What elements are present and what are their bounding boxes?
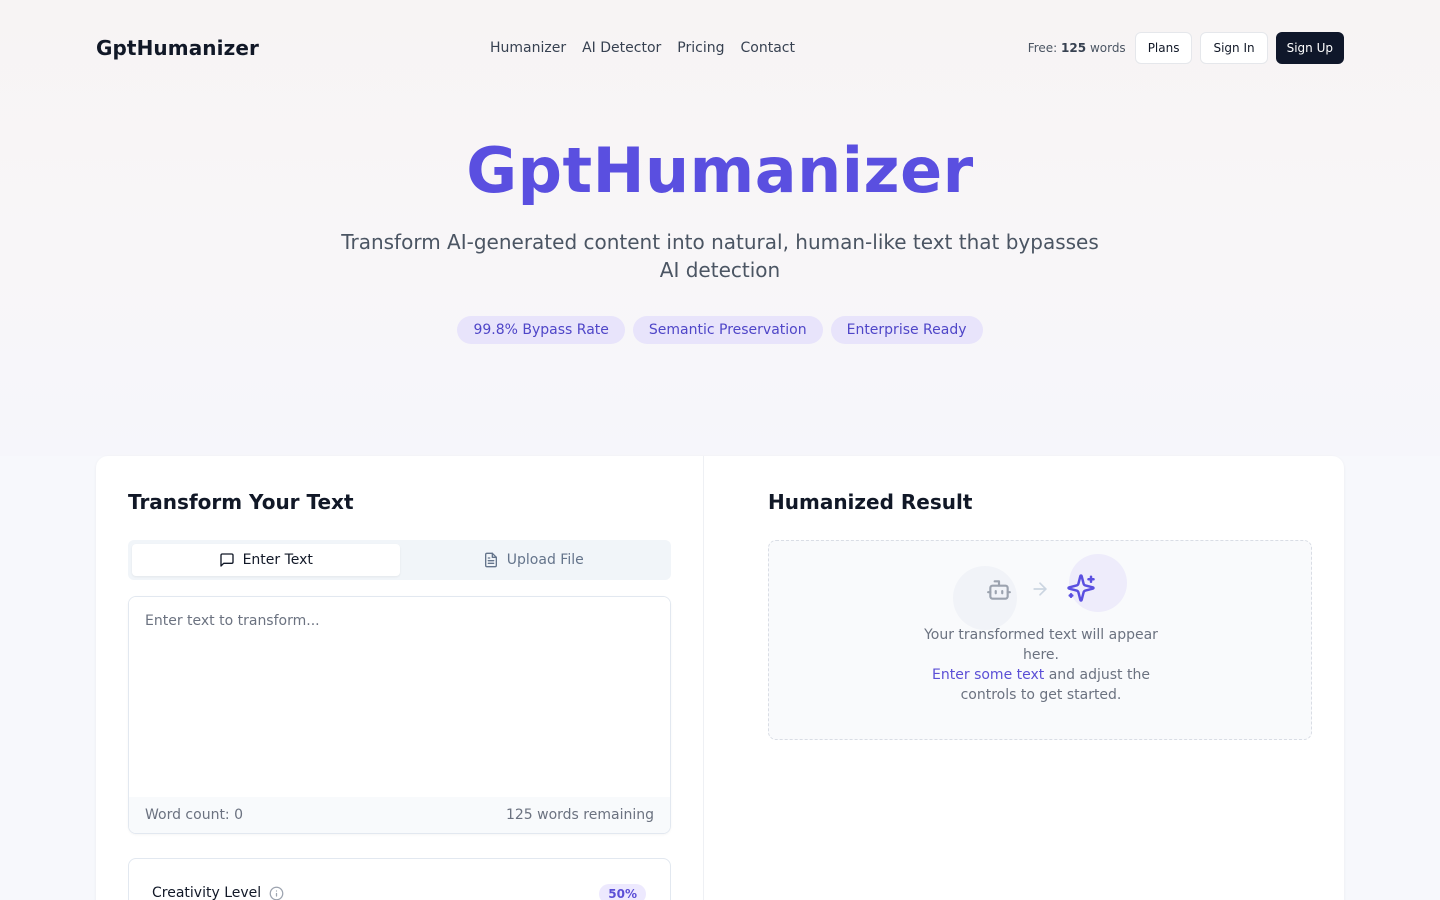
free-label: Free: — [1027, 41, 1058, 55]
nav-ai-detector[interactable]: AI Detector — [582, 40, 661, 56]
panel-divider — [703, 456, 704, 900]
result-message-line1: Your transformed text will appear here. — [924, 627, 1158, 663]
result-panel-title: Humanized Result — [768, 490, 973, 514]
tab-enter-text[interactable]: Enter Text — [132, 544, 400, 576]
free-unit: words — [1089, 41, 1126, 55]
hero-title: GptHumanizer — [466, 134, 974, 207]
creativity-label: Creativity Level — [152, 885, 262, 900]
creativity-label-group: Creativity Level — [152, 885, 284, 900]
humanizer-card: Transform Your Text Enter Text Upload Fi… — [96, 456, 1344, 900]
tab-upload-file-label: Upload File — [506, 552, 584, 568]
text-input-footer: Word count: 0 125 words remaining — [129, 797, 670, 833]
nav-contact[interactable]: Contact — [740, 40, 794, 56]
sign-in-button[interactable]: Sign In — [1200, 32, 1268, 64]
result-placeholder-box: Your transformed text will appear here. … — [768, 540, 1312, 740]
message-square-icon — [219, 553, 234, 567]
badge-bypass-rate: 99.8% Bypass Rate — [457, 316, 625, 344]
words-remaining: 125 words remaining — [505, 807, 654, 823]
file-text-icon — [484, 552, 497, 568]
sparkles-icon — [1067, 574, 1095, 602]
nav-pricing[interactable]: Pricing — [677, 40, 724, 56]
sign-up-button[interactable]: Sign Up — [1275, 32, 1344, 64]
main-nav: Humanizer AI Detector Pricing Contact — [490, 28, 795, 68]
text-input-container: Word count: 0 125 words remaining — [128, 596, 671, 834]
creativity-control: Creativity Level 50% — [128, 858, 671, 900]
badge-enterprise-ready: Enterprise Ready — [830, 316, 983, 344]
info-icon[interactable] — [269, 886, 284, 900]
result-placeholder-message: Your transformed text will appear here. … — [911, 625, 1171, 705]
tab-enter-text-label: Enter Text — [242, 552, 313, 568]
top-header: GptHumanizer Humanizer AI Detector Prici… — [96, 28, 1344, 68]
text-input[interactable] — [129, 597, 670, 797]
input-mode-tabs: Enter Text Upload File — [128, 540, 671, 580]
badge-semantic-preservation: Semantic Preservation — [632, 316, 823, 344]
tab-upload-file[interactable]: Upload File — [400, 544, 668, 576]
input-panel-title: Transform Your Text — [128, 490, 354, 514]
header-actions: Free: 125 words Plans Sign In Sign Up — [1028, 28, 1344, 68]
word-count: Word count: 0 — [145, 807, 244, 823]
arrow-right-icon — [1033, 582, 1047, 596]
free-word-count: 125 — [1061, 41, 1087, 55]
nav-humanizer[interactable]: Humanizer — [490, 40, 566, 56]
logo[interactable]: GptHumanizer — [96, 36, 259, 60]
free-words-indicator: Free: 125 words — [1028, 41, 1126, 55]
creativity-value-badge: 50% — [599, 884, 646, 900]
hero-subtitle: Transform AI-generated content into natu… — [341, 230, 1099, 282]
bot-icon — [987, 580, 1011, 600]
feature-badges: 99.8% Bypass Rate Semantic Preservation … — [0, 316, 1440, 344]
enter-text-link[interactable]: Enter some text — [932, 667, 1044, 683]
plans-button[interactable]: Plans — [1134, 32, 1193, 64]
